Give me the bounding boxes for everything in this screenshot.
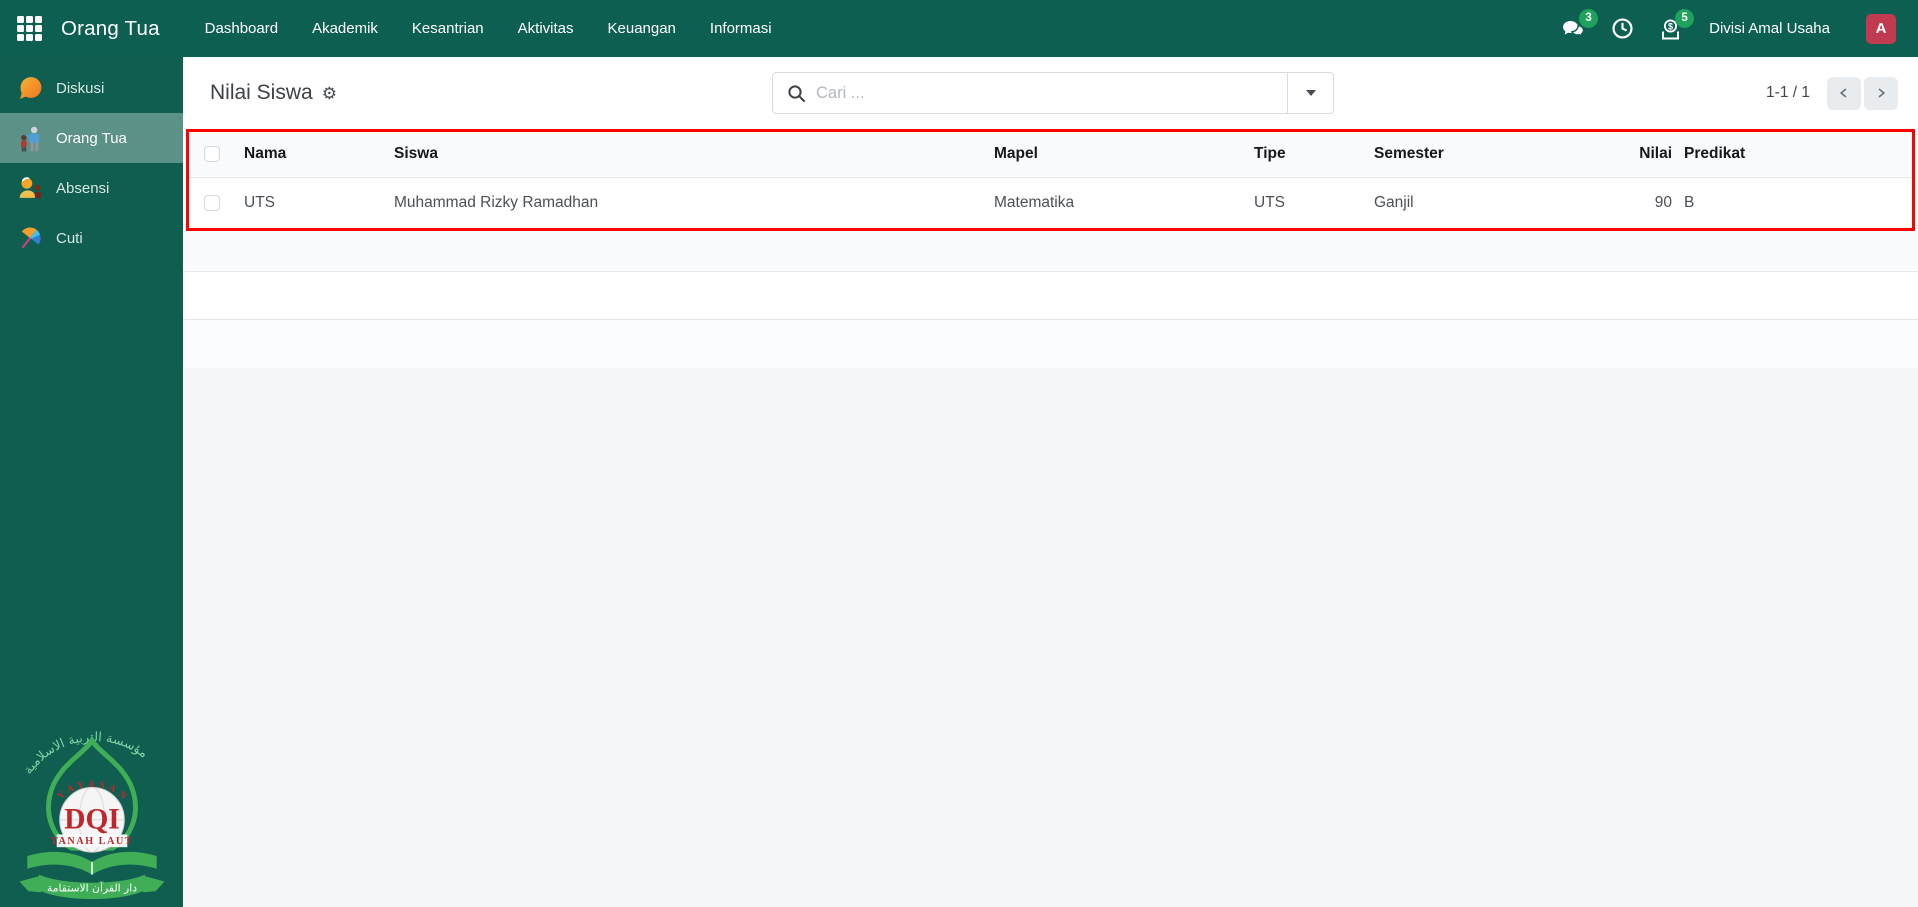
records-table: Nama Siswa Mapel Tipe Semester Nilai Pre… [189, 132, 1912, 228]
logo-arabic-top: مؤسسة التربية الاسلامية [20, 730, 150, 777]
messages-icon[interactable]: 3 [1561, 8, 1599, 42]
logo-arabic-bottom: دار القرآن الاستقامة [46, 880, 136, 894]
sidebar-item-absensi[interactable]: Absensi [0, 163, 183, 213]
top-navbar: Orang Tua Dashboard Akademik Kesantrian … [0, 0, 1918, 57]
menu-informasi[interactable]: Informasi [698, 14, 784, 43]
chevron-left-icon [1839, 88, 1847, 98]
gear-icon[interactable]: ⚙ [322, 85, 337, 102]
logo-dqi: DQI [64, 804, 120, 836]
sidebar: Diskusi Orang Tua Absensi Cuti مؤسسة الت… [0, 57, 183, 907]
cell-siswa: Muhammad Rizky Ramadhan [394, 193, 599, 211]
column-header-mapel[interactable]: Mapel [984, 132, 1244, 178]
select-all-checkbox[interactable] [203, 146, 220, 163]
apps-grid-icon[interactable] [17, 16, 42, 41]
row-checkbox[interactable] [203, 194, 220, 211]
search-input[interactable] [816, 73, 1287, 113]
cell-nilai: 90 [1654, 193, 1672, 211]
search-icon [787, 84, 806, 103]
foundation-logo: مؤسسة التربية الاسلامية YAYASAN DQI TANA… [0, 709, 183, 907]
pager-range: 1-1 / 1 [1766, 84, 1810, 101]
systray: 3 $ 5 Divisi Amal Usaha A [1561, 8, 1896, 44]
donation-badge: 5 [1675, 8, 1695, 28]
cell-tipe: UTS [1254, 193, 1285, 211]
discussion-icon [20, 76, 42, 99]
messages-badge: 3 [1579, 8, 1599, 28]
column-header-nama[interactable]: Nama [234, 132, 384, 178]
menu-akademik[interactable]: Akademik [300, 14, 390, 43]
top-menu: Dashboard Akademik Kesantrian Aktivitas … [188, 0, 789, 57]
clock-icon [1612, 18, 1633, 39]
app-title[interactable]: Orang Tua [61, 17, 160, 41]
cell-nama: UTS [244, 193, 275, 211]
donation-tray-icon[interactable]: $ 5 [1657, 8, 1695, 42]
svg-text:$: $ [1668, 21, 1673, 31]
main-content: Nilai Siswa ⚙ 1-1 / 1 [183, 57, 1918, 907]
parent-child-icon [21, 126, 40, 151]
attendance-person-icon [19, 176, 42, 198]
pager-prev-button[interactable] [1827, 76, 1861, 110]
table-row[interactable]: UTS Muhammad Rizky Ramadhan Matematika U… [189, 177, 1912, 228]
chevron-down-icon [1305, 90, 1316, 96]
avatar[interactable]: A [1866, 13, 1896, 44]
highlight-box: Nama Siswa Mapel Tipe Semester Nilai Pre… [186, 129, 1915, 231]
logo-tanah-laut: TANAH LAUT [50, 836, 132, 847]
table-header-row: Nama Siswa Mapel Tipe Semester Nilai Pre… [189, 132, 1912, 178]
cell-mapel: Matematika [994, 193, 1075, 211]
activity-clock-icon[interactable] [1609, 16, 1635, 42]
menu-keuangan[interactable]: Keuangan [596, 14, 688, 43]
chevron-right-icon [1878, 88, 1886, 98]
pager-next-button[interactable] [1864, 76, 1898, 110]
svg-text:مؤسسة التربية الاسلامية: مؤسسة التربية الاسلامية [20, 730, 150, 777]
column-header-semester[interactable]: Semester [1364, 132, 1624, 178]
cell-semester: Ganjil [1374, 193, 1414, 211]
content-background [183, 368, 1918, 907]
sidebar-item-label: Absensi [56, 179, 110, 197]
dqi-logo: مؤسسة التربية الاسلامية YAYASAN DQI TANA… [18, 730, 165, 900]
menu-kesantrian[interactable]: Kesantrian [400, 14, 496, 43]
empty-row-white [183, 272, 1918, 320]
column-header-siswa[interactable]: Siswa [384, 132, 984, 178]
column-header-tipe[interactable]: Tipe [1244, 132, 1364, 178]
pager: 1-1 / 1 [1766, 76, 1898, 110]
column-header-predikat[interactable]: Predikat [1674, 132, 1912, 178]
control-panel: Nilai Siswa ⚙ 1-1 / 1 [183, 57, 1918, 129]
search-dropdown-toggle[interactable] [1287, 73, 1333, 113]
sidebar-item-orang-tua[interactable]: Orang Tua [0, 113, 183, 163]
user-menu[interactable]: Divisi Amal Usaha [1709, 20, 1830, 37]
empty-row-stripe [183, 231, 1918, 272]
empty-row-stripe-2 [183, 320, 1918, 368]
sidebar-item-diskusi[interactable]: Diskusi [0, 63, 183, 113]
sidebar-item-label: Orang Tua [56, 129, 127, 147]
sidebar-item-label: Cuti [56, 229, 83, 247]
umbrella-icon [21, 226, 41, 248]
column-header-nilai[interactable]: Nilai [1624, 132, 1674, 178]
cell-predikat: B [1684, 193, 1695, 211]
menu-aktivitas[interactable]: Aktivitas [506, 14, 586, 43]
sidebar-item-label: Diskusi [56, 79, 105, 97]
sidebar-item-cuti[interactable]: Cuti [0, 213, 183, 263]
menu-dashboard[interactable]: Dashboard [193, 14, 290, 43]
page-title: Nilai Siswa [210, 81, 313, 104]
search-box [772, 72, 1334, 114]
